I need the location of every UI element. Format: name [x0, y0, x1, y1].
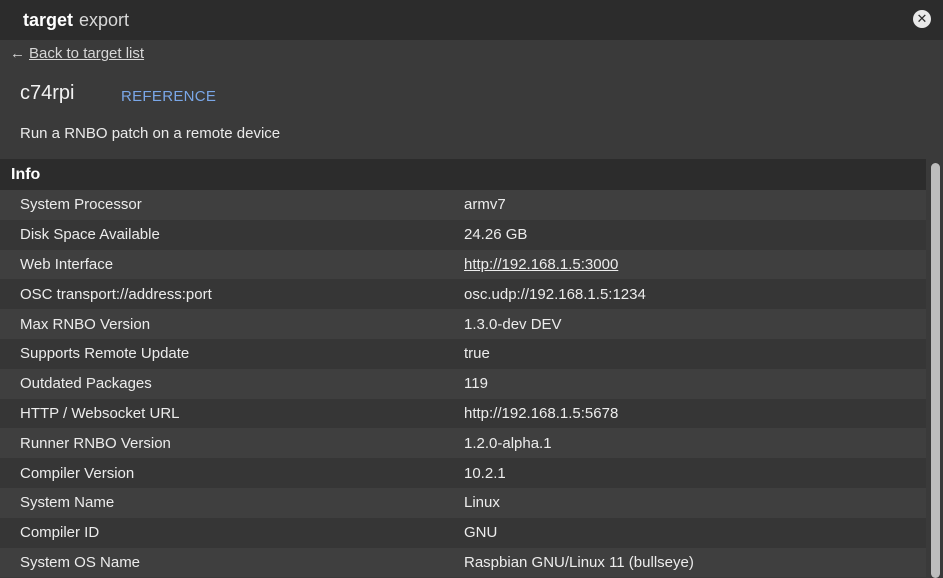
table-row: Outdated Packages 119	[0, 368, 926, 399]
close-icon[interactable]: ✕	[913, 10, 931, 28]
table-row: Max RNBO Version 1.3.0-dev DEV	[0, 309, 926, 339]
info-panel: Info System Processor armv7 Disk Space A…	[0, 159, 926, 578]
table-row: OSC transport://address:port osc.udp://1…	[0, 279, 926, 310]
table-row: HTTP / Websocket URL http://192.168.1.5:…	[0, 398, 926, 429]
row-key: HTTP / Websocket URL	[20, 404, 180, 422]
target-description: Run a RNBO patch on a remote device	[20, 125, 281, 142]
target-name: c74rpi	[20, 82, 75, 104]
row-value: 119	[464, 375, 488, 393]
row-key: Supports Remote Update	[20, 345, 190, 363]
table-row: Supports Remote Update true	[0, 338, 926, 369]
row-value: GNU	[464, 524, 498, 542]
row-key: Compiler Version	[20, 464, 135, 482]
row-key: Web Interface	[20, 255, 114, 273]
table-row: Web Interface http://192.168.1.5:3000	[0, 249, 926, 280]
row-value: Raspbian GNU/Linux 11 (bullseye)	[464, 553, 694, 571]
table-row: System OS Name Raspbian GNU/Linux 11 (bu…	[0, 547, 926, 578]
table-row: System Name Linux	[0, 487, 926, 518]
row-value: osc.udp://192.168.1.5:1234	[464, 285, 646, 303]
row-key: System Processor	[20, 196, 142, 214]
row-value: armv7	[464, 196, 506, 214]
table-row: Compiler Version 10.2.1	[0, 458, 926, 488]
scrollbar-thumb[interactable]	[931, 163, 940, 578]
row-key: Outdated Packages	[20, 375, 152, 393]
table-row: Compiler ID GNU	[0, 517, 926, 548]
row-value: 1.2.0-alpha.1	[464, 434, 552, 452]
title-bold-text: target	[23, 9, 74, 30]
row-value: Linux	[464, 494, 500, 512]
row-key: System Name	[20, 494, 115, 512]
row-value: 1.3.0-dev DEV	[464, 315, 562, 333]
table-row: Disk Space Available 24.26 GB	[0, 219, 926, 250]
row-value: true	[464, 345, 490, 363]
table-row: System Processor armv7	[0, 190, 926, 220]
web-interface-link[interactable]: http://192.168.1.5:3000	[464, 256, 926, 273]
reference-link[interactable]: REFERENCE	[121, 88, 216, 105]
back-to-target-list-link[interactable]: ← Back to target list	[10, 45, 144, 62]
table-row: Runner RNBO Version 1.2.0-alpha.1	[0, 428, 926, 459]
row-key: Disk Space Available	[20, 226, 160, 244]
title-bar: target export ✕	[0, 0, 943, 40]
row-key: Max RNBO Version	[20, 315, 151, 333]
arrow-left-icon: ←	[10, 45, 25, 62]
row-key: Runner RNBO Version	[20, 434, 171, 452]
row-value: 24.26 GB	[464, 226, 528, 244]
title-light-text: export	[79, 9, 130, 30]
info-table: System Processor armv7 Disk Space Availa…	[0, 190, 926, 578]
back-link-label: Back to target list	[29, 45, 145, 62]
row-key: System OS Name	[20, 553, 141, 571]
info-section-header: Info	[0, 159, 926, 190]
row-value: 10.2.1	[464, 464, 506, 482]
row-key: Compiler ID	[20, 524, 100, 542]
row-key: OSC transport://address:port	[20, 285, 212, 303]
row-value: http://192.168.1.5:5678	[464, 404, 619, 422]
